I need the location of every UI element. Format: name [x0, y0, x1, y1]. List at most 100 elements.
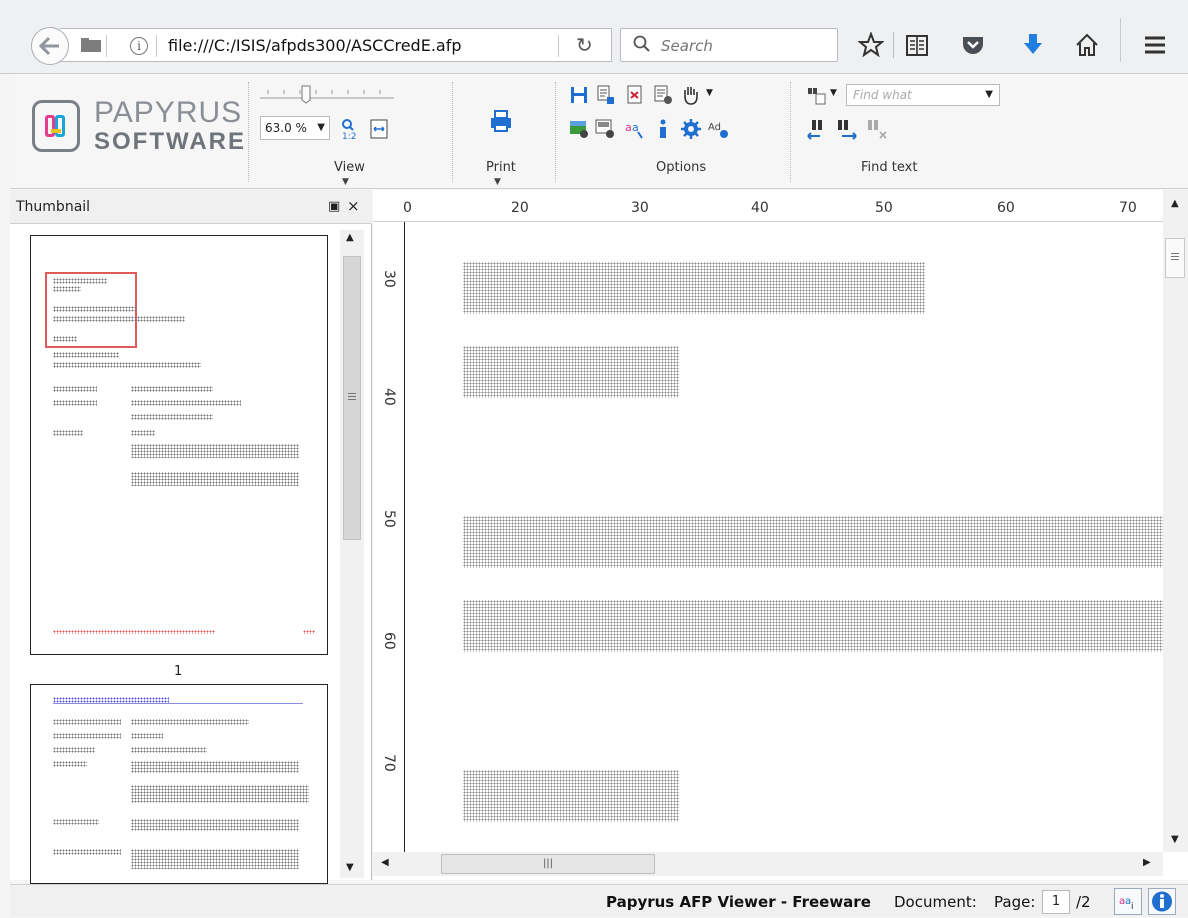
scroll-right-icon[interactable]: ▶ [1143, 857, 1151, 868]
logo-mark [32, 100, 80, 152]
logo-text-software: SOFTWARE [94, 128, 246, 155]
find-options-icon[interactable] [806, 84, 828, 106]
font-settings-icon[interactable]: aa [624, 118, 646, 140]
page-total: /2 [1076, 893, 1091, 911]
print-group-label: Print [486, 160, 516, 175]
ribbon-toolbar: PAPYRUS SOFTWARE 63.0 % ▼ 1:2 View ▼ Pri… [10, 74, 1188, 189]
text-settings-icon[interactable]: Ad [708, 118, 730, 140]
document-vertical-scrollbar[interactable]: ▲ ▼ [1163, 190, 1188, 852]
find-placeholder: Find what [853, 88, 912, 102]
redacted-text-block [463, 600, 1163, 652]
document-settings-icon[interactable] [652, 84, 674, 106]
vertical-ruler: 30 40 50 60 70 [373, 222, 405, 852]
page-label: Page: [994, 893, 1036, 911]
ruler-label: 70 [1119, 200, 1137, 216]
find-options-dropdown-icon[interactable]: ▼ [830, 88, 837, 98]
page-number-input[interactable]: 1 [1042, 890, 1070, 914]
ruler-label: 50 [875, 200, 893, 216]
info-icon[interactable]: i [130, 37, 148, 55]
menu-icon[interactable] [1142, 32, 1168, 58]
scroll-up-icon[interactable]: ▲ [346, 232, 354, 243]
reload-icon[interactable]: ↻ [576, 33, 593, 57]
document-vertical-scroll-thumb[interactable] [1165, 238, 1185, 278]
hand-tool-dropdown-icon[interactable]: ▼ [706, 88, 713, 98]
ruler-label: 30 [381, 270, 397, 288]
reading-list-icon[interactable] [904, 32, 930, 58]
fit-width-icon[interactable] [368, 118, 390, 140]
ruler-label: 60 [997, 200, 1015, 216]
info-icon [1152, 891, 1172, 912]
chevron-down-icon: ▼ [317, 122, 325, 133]
about-button[interactable] [1148, 888, 1176, 915]
zoom-value: 63.0 % [265, 121, 307, 135]
download-icon[interactable] [1020, 32, 1046, 58]
ruler-label: 40 [381, 388, 397, 406]
thumbnail-title: Thumbnail [16, 199, 91, 215]
url-bar[interactable]: i file:///C:/ISIS/afpds300/ASCCredE.afp … [60, 28, 612, 62]
find-previous-icon[interactable] [806, 118, 828, 140]
status-bar: Papyrus AFP Viewer - Freeware Document: … [10, 884, 1188, 917]
zoom-dropdown[interactable]: 63.0 % ▼ [260, 116, 330, 140]
svg-text:a: a [632, 121, 639, 134]
back-arrow-icon [39, 36, 59, 56]
home-icon[interactable] [1074, 32, 1100, 58]
scroll-down-icon[interactable]: ▼ [1171, 834, 1179, 845]
redacted-text-block [463, 346, 679, 398]
svg-text:i: i [1131, 902, 1134, 912]
search-icon [633, 35, 650, 52]
clear-find-icon[interactable] [866, 118, 888, 140]
actual-size-icon[interactable]: 1:2 [338, 118, 360, 140]
redacted-text-block [463, 262, 925, 314]
search-box[interactable] [620, 28, 838, 62]
url-text[interactable]: file:///C:/ISIS/afpds300/ASCCredE.afp [168, 36, 462, 55]
browser-toolbar: i file:///C:/ISIS/afpds300/ASCCredE.afp … [0, 0, 1188, 74]
zoom-slider[interactable] [258, 82, 398, 104]
ruler-label: 0 [403, 200, 412, 216]
thumbnail-scrollbar[interactable]: ▲ ▼ [340, 230, 364, 878]
redacted-text-block [463, 770, 679, 822]
document-horizontal-scrollbar[interactable]: ◀ ||| ▶ [373, 852, 1163, 876]
info-icon[interactable] [652, 118, 674, 140]
font-info-button[interactable]: aa i [1114, 888, 1142, 915]
export-icon[interactable] [594, 84, 616, 106]
ruler-label: 60 [381, 632, 397, 650]
find-what-input[interactable]: Find what ▼ [846, 84, 1000, 106]
thumbnail-page-1[interactable] [30, 235, 328, 655]
thumbnail-header: Thumbnail ▣ × [10, 190, 372, 224]
svg-text:Ad: Ad [708, 122, 721, 133]
find-group-label: Find text [861, 160, 918, 175]
bookmark-star-icon[interactable] [858, 32, 884, 58]
undock-icon[interactable]: ▣ [328, 199, 340, 214]
save-icon[interactable] [568, 84, 590, 106]
scroll-left-icon[interactable]: ◀ [381, 857, 389, 868]
document-horizontal-scroll-thumb[interactable]: ||| [441, 854, 655, 874]
thumbnail-page-number: 1 [174, 664, 183, 679]
thumbnail-scroll-thumb[interactable] [343, 256, 361, 540]
image-settings-icon[interactable] [568, 118, 590, 140]
settings-gear-icon[interactable] [680, 118, 702, 140]
ruler-label: 20 [511, 200, 529, 216]
overlay-settings-icon[interactable] [594, 118, 616, 140]
thumbnail-page-2[interactable] [30, 684, 328, 884]
papyrus-logo: PAPYRUS SOFTWARE [32, 96, 244, 160]
view-expand-icon[interactable]: ▼ [342, 177, 349, 187]
font-info-icon: aa i [1119, 896, 1134, 912]
close-icon[interactable]: × [347, 197, 360, 215]
page-icon [81, 38, 101, 52]
print-icon[interactable] [488, 108, 514, 134]
convert-icon[interactable] [624, 84, 646, 106]
ruler-label: 50 [381, 510, 397, 528]
back-button[interactable] [31, 27, 69, 65]
search-input[interactable] [659, 35, 829, 57]
svg-text:a: a [625, 121, 632, 134]
hand-tool-icon[interactable] [680, 84, 702, 106]
horizontal-ruler: 0 20 30 40 50 60 70 [373, 190, 1163, 222]
find-next-icon[interactable] [836, 118, 858, 140]
pocket-icon[interactable] [960, 32, 986, 58]
document-view[interactable]: 0 20 30 40 50 60 70 30 40 50 60 70 ▲ ▼ ◀… [373, 190, 1188, 880]
print-expand-icon[interactable]: ▼ [494, 177, 501, 187]
document-label: Document: [894, 893, 977, 911]
scroll-down-icon[interactable]: ▼ [346, 862, 354, 873]
ruler-label: 30 [631, 200, 649, 216]
scroll-up-icon[interactable]: ▲ [1171, 198, 1179, 209]
